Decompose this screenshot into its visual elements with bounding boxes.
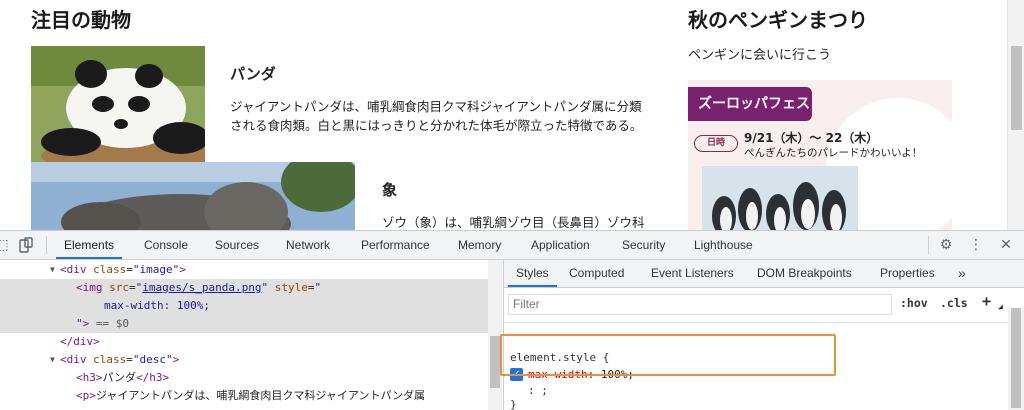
- selected-node-marker: == $0: [95, 317, 129, 330]
- toolbar-divider: [928, 236, 929, 254]
- tab-network[interactable]: Network: [286, 231, 330, 259]
- property-checkbox[interactable]: ✓: [510, 368, 523, 381]
- cls-button[interactable]: .cls: [940, 296, 968, 310]
- tab-computed[interactable]: Computed: [569, 260, 624, 287]
- devtools-tab-bar: ⬚ Elements Console Sources Network Perfo…: [0, 231, 1024, 260]
- dom-node-close-div[interactable]: </div>: [0, 333, 488, 351]
- festival-note: ぺんぎんたちのパレードかわいいよ！: [744, 147, 923, 159]
- property-declaration[interactable]: max-width: 100%;: [528, 367, 634, 383]
- rule-divider: [504, 322, 1010, 323]
- styles-scrollbar-thumb[interactable]: [1011, 308, 1021, 408]
- styles-filter-input[interactable]: Filter: [508, 294, 892, 315]
- elephant-image: [31, 162, 355, 230]
- tab-elements[interactable]: Elements: [56, 231, 123, 259]
- devtools-panel: ⬚ Elements Console Sources Network Perfo…: [0, 230, 1024, 410]
- more-tabs-icon[interactable]: »: [958, 260, 966, 287]
- new-property-editor[interactable]: : ;: [528, 383, 548, 399]
- dom-node-div-desc[interactable]: ▼ <div class="desc">: [0, 351, 488, 369]
- penguins-image: [702, 166, 858, 230]
- tab-properties[interactable]: Properties: [880, 260, 935, 287]
- panda-image: [31, 46, 205, 162]
- device-toolbar-icon[interactable]: [18, 237, 34, 253]
- more-options-icon[interactable]: ⋮: [968, 237, 984, 253]
- elements-scrollbar-thumb[interactable]: [490, 336, 500, 388]
- elephant-desc-line1: ゾウ（象）は、哺乳綱ゾウ目（長鼻目）ゾウ科: [382, 215, 645, 230]
- tab-lighthouse[interactable]: Lighthouse: [694, 231, 753, 259]
- page-scrollbar[interactable]: [1007, 0, 1024, 230]
- web-page: 注目の動物 秋のペンギンまつり ペンギンに会いに行こう パンダ ジャイアントパン…: [0, 0, 1024, 230]
- panda-desc-line1: ジャイアントパンダは、哺乳綱食肉目クマ科ジャイアントパンダ属に分類: [230, 99, 642, 114]
- rule-close: }: [510, 398, 517, 410]
- rule-menu-icon[interactable]: ◢: [998, 302, 1003, 311]
- panda-title: パンダ: [230, 65, 276, 83]
- dom-node-div-image[interactable]: ▼ <div class="image">: [0, 261, 488, 279]
- rule-selector[interactable]: element.style {: [510, 350, 609, 366]
- dom-node-h3[interactable]: <h3>パンダ</h3>: [0, 369, 488, 387]
- tab-security[interactable]: Security: [622, 231, 665, 259]
- tab-application[interactable]: Application: [531, 231, 590, 259]
- styles-scrollbar[interactable]: [1008, 308, 1024, 410]
- styles-pane: Styles Computed Event Listeners DOM Brea…: [504, 260, 1024, 410]
- panda-desc-line2: される食肉類。白と黒にはっきりと分かれた体毛が際立った特徴である。: [230, 118, 643, 133]
- tab-sources[interactable]: Sources: [215, 231, 259, 259]
- toolbar-divider: [46, 236, 47, 254]
- elements-scrollbar[interactable]: [488, 260, 502, 410]
- tab-console[interactable]: Console: [144, 231, 188, 259]
- tab-event-listeners[interactable]: Event Listeners: [651, 260, 734, 287]
- hov-button[interactable]: :hov: [900, 296, 928, 310]
- penguin-festival-heading: 秋のペンギンまつり: [688, 8, 868, 32]
- new-rule-button[interactable]: +: [982, 292, 991, 310]
- dom-node-img-selected[interactable]: <img src="images/s_panda.png" style=" ma…: [0, 279, 488, 333]
- festival-banner[interactable]: ズーロッパフェス 日時 9/21（木）〜 22（木） ぺんぎんたちのパレードかわ…: [688, 80, 952, 230]
- festival-tag: ズーロッパフェス: [688, 87, 812, 121]
- penguin-subheading: ペンギンに会いに行こう: [688, 48, 832, 63]
- tab-dom-breakpoints[interactable]: DOM Breakpoints: [757, 260, 852, 287]
- close-devtools-icon[interactable]: ✕: [998, 237, 1014, 253]
- date-pill: 日時: [694, 135, 738, 152]
- settings-gear-icon[interactable]: ⚙: [938, 237, 954, 253]
- page-scrollbar-thumb[interactable]: [1011, 46, 1022, 130]
- dom-node-p[interactable]: <p>ジャイアントパンダは、哺乳綱食肉目クマ科ジャイアントパンダ属: [0, 387, 488, 405]
- elephant-title: 象: [382, 181, 398, 199]
- tab-performance[interactable]: Performance: [361, 231, 430, 259]
- img-src-link[interactable]: images/s_panda.png: [142, 281, 261, 294]
- featured-animals-heading: 注目の動物: [31, 8, 131, 32]
- inspect-element-icon[interactable]: ⬚: [0, 237, 10, 253]
- tab-styles[interactable]: Styles: [508, 260, 557, 287]
- festival-date: 9/21（木）〜 22（木）: [744, 131, 879, 145]
- tab-memory[interactable]: Memory: [458, 231, 501, 259]
- elements-tree: ▼ <div class="image"> <img src="images/s…: [0, 260, 488, 410]
- img-style-value: max-width: 100%;: [104, 299, 210, 312]
- styles-tab-bar: Styles Computed Event Listeners DOM Brea…: [504, 260, 1024, 288]
